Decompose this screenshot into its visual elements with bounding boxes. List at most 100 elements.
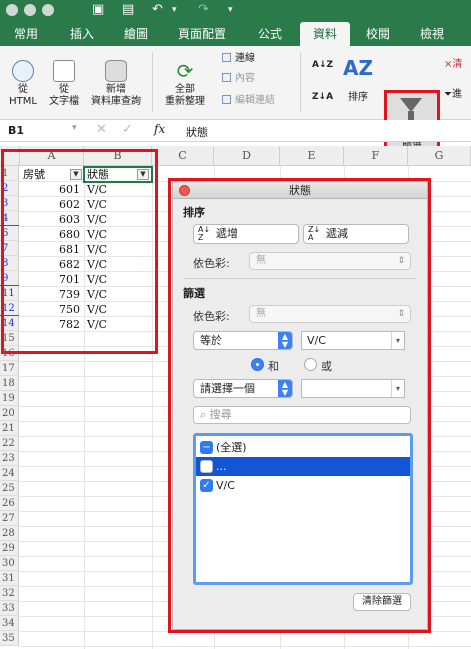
tab-draw[interactable]: 繪圖	[116, 22, 156, 46]
list-item-vc[interactable]: ✓ V/C	[196, 476, 410, 495]
combo-dropdown-icon: ▾	[391, 380, 404, 397]
refresh-all-button[interactable]: ⟳ 全部 重新整理	[160, 60, 210, 108]
condition-2-select[interactable]: 請選擇一個 ▲ ▼	[193, 379, 293, 398]
combo-dropdown-icon: ▾	[391, 332, 404, 349]
row-header[interactable]: 34	[0, 616, 19, 631]
row-header[interactable]: 27	[0, 511, 19, 526]
or-radio[interactable]	[304, 358, 317, 371]
tab-view[interactable]: 檢視	[412, 22, 452, 46]
sort-descending-button[interactable]: Z↓ A 遞減	[303, 224, 409, 244]
dialog-title-bar: 狀態	[173, 182, 427, 199]
insert-function-icon[interactable]: fx	[154, 122, 165, 136]
ribbon-separator	[300, 52, 301, 112]
clear-filter-button[interactable]: 清除篩選	[353, 593, 411, 611]
sort-ascending-button[interactable]: A↓ Z 遞增	[193, 224, 299, 244]
checkbox-unchecked[interactable]	[200, 460, 213, 473]
ribbon-data-panel: 從 HTML 從 文字檔 新增 資料庫查詢 ⟳ 全部 重新整理 連線 內容 編輯…	[0, 46, 471, 154]
reapply-ribbon-button[interactable]: ⏷進	[444, 88, 462, 102]
search-placeholder: 搜尋	[209, 408, 232, 421]
row-header[interactable]: 17	[0, 361, 19, 376]
column-header-c[interactable]: C	[152, 146, 214, 166]
minimize-window-button[interactable]	[24, 4, 36, 16]
tab-insert[interactable]: 插入	[62, 22, 102, 46]
undo-dropdown-icon[interactable]: ▾	[172, 5, 177, 15]
checkbox-checked[interactable]: ✓	[200, 479, 213, 492]
from-text-button[interactable]: 從 文字檔	[46, 60, 82, 108]
sort-button[interactable]: AZ 排序	[340, 56, 376, 104]
formula-bar: B1 ▾ ✕ ✓ fx 狀態	[0, 120, 471, 142]
column-header-f[interactable]: F	[344, 146, 408, 166]
column-header-e[interactable]: E	[280, 146, 344, 166]
edit-links-icon	[222, 95, 231, 104]
row-header[interactable]: 31	[0, 571, 19, 586]
sort-ascending-label: 遞增	[216, 227, 238, 240]
row-header[interactable]: 35	[0, 631, 19, 646]
value-checklist[interactable]: − (全選) ... ✓ V/C	[193, 433, 413, 585]
properties-label: 內容	[235, 73, 255, 84]
or-label: 或	[321, 360, 332, 373]
list-item-blank[interactable]: ...	[196, 457, 410, 476]
name-box[interactable]: B1	[4, 123, 68, 139]
row-header[interactable]: 29	[0, 541, 19, 556]
and-radio[interactable]	[251, 358, 264, 371]
name-box-dropdown-icon[interactable]: ▾	[72, 123, 77, 133]
cancel-icon[interactable]: ✕	[96, 122, 107, 137]
close-window-button[interactable]	[6, 4, 18, 16]
search-field[interactable]: ⌕ 搜尋	[193, 406, 411, 424]
row-header[interactable]: 23	[0, 451, 19, 466]
value-1-combo[interactable]: V/C ▾	[301, 331, 405, 350]
condition-1-select[interactable]: 等於 ▲ ▼	[193, 331, 293, 350]
sort-asc-small-button[interactable]: A↓Z	[312, 58, 333, 72]
formula-input[interactable]: 狀態	[186, 124, 208, 140]
list-item-select-all[interactable]: − (全選)	[196, 438, 410, 457]
row-header[interactable]: 20	[0, 406, 19, 421]
sort-desc-small-button[interactable]: Z↓A	[312, 90, 333, 104]
row-header[interactable]: 25	[0, 481, 19, 496]
undo-icon[interactable]: ↶	[152, 2, 163, 17]
new-db-query-label-1: 新增	[106, 84, 126, 95]
sort-color-popup[interactable]: 無 ⇕	[249, 252, 411, 270]
zoom-window-button[interactable]	[42, 4, 54, 16]
sidebar-icon[interactable]: ▣	[92, 2, 104, 17]
properties-button[interactable]: 內容	[222, 72, 255, 86]
row-header[interactable]: 21	[0, 421, 19, 436]
row-header[interactable]: 32	[0, 586, 19, 601]
clear-filter-ribbon-button[interactable]: ⨯清	[444, 58, 462, 72]
select-arrows-icon: ▲ ▼	[278, 332, 292, 349]
check-icon[interactable]: ✓	[122, 122, 133, 137]
column-header-g[interactable]: G	[408, 146, 471, 166]
row-header[interactable]: 24	[0, 466, 19, 481]
from-text-label-2: 文字檔	[49, 96, 79, 107]
dialog-close-button[interactable]	[179, 185, 190, 196]
from-html-button[interactable]: 從 HTML	[6, 60, 40, 108]
tab-home[interactable]: 常用	[6, 22, 46, 46]
save-icon[interactable]: ▤	[122, 2, 134, 17]
sort-label: 排序	[348, 92, 368, 103]
filter-color-popup[interactable]: 無 ⇕	[249, 305, 411, 323]
value-2-combo[interactable]: ▾	[301, 379, 405, 398]
checkbox-mixed[interactable]: −	[200, 441, 213, 454]
row-header[interactable]: 19	[0, 391, 19, 406]
sort-color-label: 依色彩:	[193, 257, 230, 270]
row-header[interactable]: 28	[0, 526, 19, 541]
tab-data[interactable]: 資料	[300, 22, 350, 46]
list-item-label: (全選)	[216, 441, 247, 454]
new-database-query-button[interactable]: 新增 資料庫查詢	[88, 60, 144, 108]
row-header[interactable]: 33	[0, 601, 19, 616]
row-gridline	[19, 646, 471, 647]
redo-icon[interactable]: ↷	[198, 2, 209, 17]
more-icon[interactable]: ▾	[228, 5, 233, 15]
sort-az-icon: AZ	[343, 56, 373, 80]
row-header[interactable]: 30	[0, 556, 19, 571]
row-header[interactable]: 18	[0, 376, 19, 391]
row-header[interactable]: 22	[0, 436, 19, 451]
column-header-d[interactable]: D	[214, 146, 280, 166]
connections-button[interactable]: 連線	[222, 52, 255, 66]
tab-page-layout[interactable]: 頁面配置	[170, 22, 234, 46]
sort-descending-label: 遞減	[326, 227, 348, 240]
edit-links-button[interactable]: 編輯連結	[222, 94, 275, 108]
tab-review[interactable]: 校閱	[358, 22, 398, 46]
row-header[interactable]: 26	[0, 496, 19, 511]
tab-formulas[interactable]: 公式	[250, 22, 290, 46]
select-arrows-icon: ▲ ▼	[278, 380, 292, 397]
